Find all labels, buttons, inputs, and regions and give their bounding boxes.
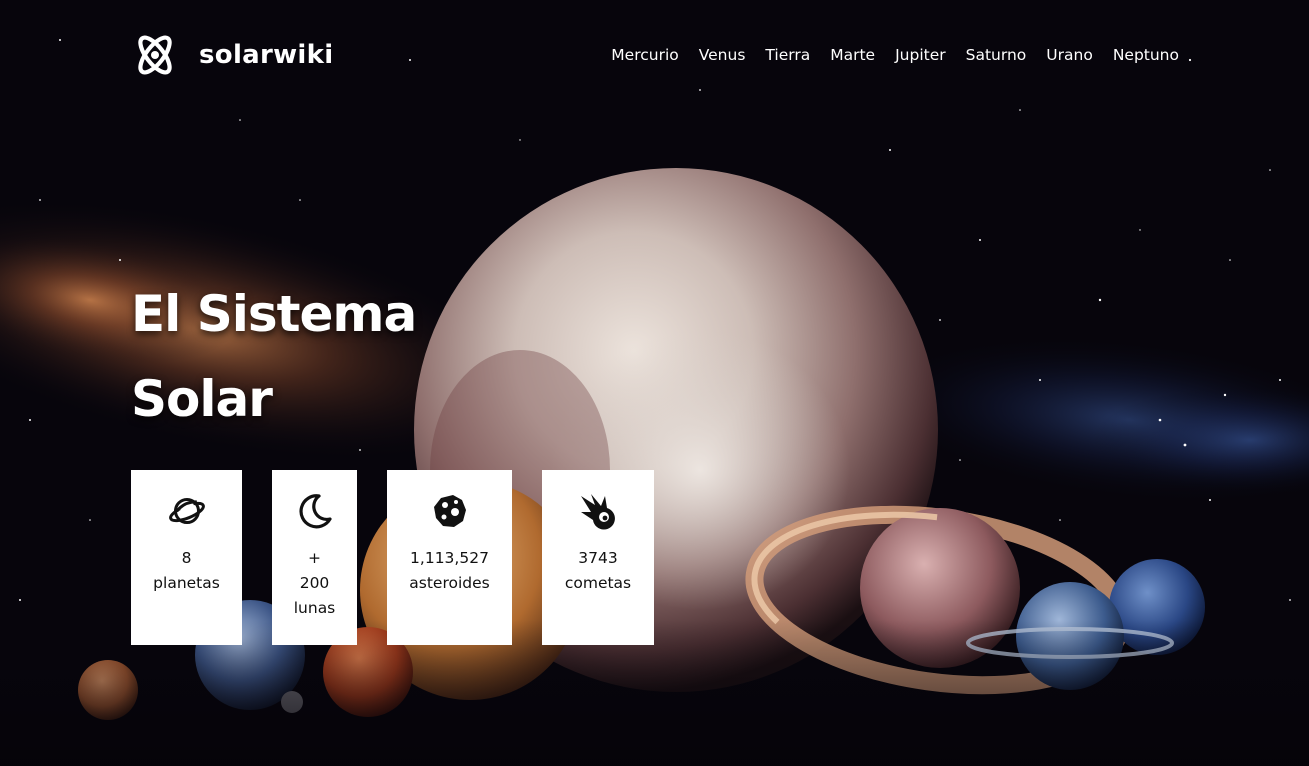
stat-label: planetas: [153, 574, 220, 592]
nav-item-saturno[interactable]: Saturno: [966, 46, 1027, 64]
stat-text: 3743 cometas: [565, 546, 631, 596]
stat-card-asteroids: 1,113,527 asteroides: [387, 470, 512, 645]
stat-text: + 200 lunas: [294, 546, 336, 621]
site-header: solarwiki Mercurio Venus Tierra Marte Ju…: [133, 30, 1183, 80]
stat-value: 3743: [578, 549, 618, 567]
stat-prefix: +: [308, 549, 321, 567]
stat-card-moons: + 200 lunas: [272, 470, 357, 645]
stat-value: 8: [181, 549, 192, 567]
stat-label: cometas: [564, 574, 632, 592]
nav-item-neptuno[interactable]: Neptuno: [1113, 46, 1179, 64]
stat-text: 1,113,527 asteroides: [409, 546, 489, 596]
nav-item-venus[interactable]: Venus: [699, 46, 746, 64]
nav-item-urano[interactable]: Urano: [1046, 46, 1093, 64]
stat-label: lunas: [293, 599, 336, 617]
stat-value: 200: [299, 574, 330, 592]
moon-icon: [298, 494, 332, 529]
nav-item-tierra[interactable]: Tierra: [765, 46, 810, 64]
stat-label: asteroides: [409, 574, 490, 592]
asteroid-icon: [433, 495, 466, 527]
nav-item-jupiter[interactable]: Jupiter: [895, 46, 946, 64]
main-nav: Mercurio Venus Tierra Marte Jupiter Satu…: [611, 46, 1179, 64]
brand-logo-link[interactable]: solarwiki: [133, 32, 333, 78]
stat-text: 8 planetas: [153, 546, 220, 596]
planet-icon: [168, 498, 205, 524]
brand-name: solarwiki: [199, 40, 334, 70]
stat-card-comets: 3743 cometas: [542, 470, 654, 645]
comet-icon: [581, 494, 615, 530]
nav-item-mercurio[interactable]: Mercurio: [611, 46, 678, 64]
nav-item-marte[interactable]: Marte: [830, 46, 875, 64]
hero-title: El Sistema Solar: [131, 272, 451, 442]
stat-value: 1,113,527: [410, 549, 489, 567]
stat-card-planets: 8 planetas: [131, 470, 242, 645]
atom-icon: [138, 35, 172, 75]
hero-title-line2: Solar: [131, 370, 273, 428]
hero-title-line1: El Sistema: [131, 285, 417, 343]
